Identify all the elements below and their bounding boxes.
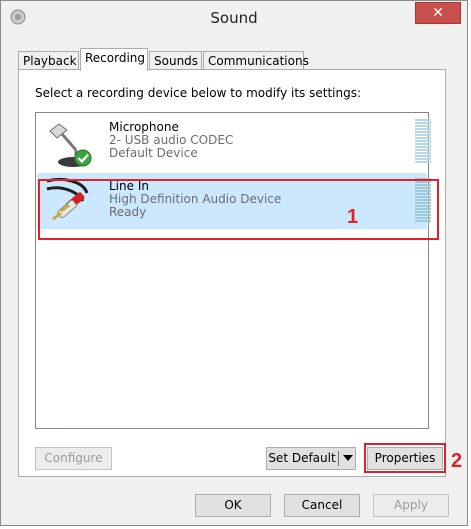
level-meter bbox=[415, 119, 431, 165]
device-name: Microphone bbox=[109, 120, 179, 134]
set-default-label: Set Default bbox=[268, 451, 336, 465]
device-description: High Definition Audio Device bbox=[109, 192, 282, 206]
properties-button[interactable]: Properties bbox=[367, 447, 443, 470]
device-item-microphone[interactable]: Microphone 2- USB audio CODEC Default De… bbox=[37, 114, 431, 170]
sound-dialog: Sound ✕ Playback Recording Sounds Commun… bbox=[0, 0, 468, 526]
close-icon: ✕ bbox=[432, 5, 444, 21]
configure-label: Configure bbox=[44, 451, 103, 465]
rca-cable-icon bbox=[46, 178, 89, 221]
device-name: Line In bbox=[109, 179, 149, 193]
device-item-line-in[interactable]: Line In High Definition Audio Device Rea… bbox=[37, 173, 431, 229]
ok-button[interactable]: OK bbox=[195, 494, 271, 517]
title-bar: Sound ✕ bbox=[1, 1, 467, 35]
tab-sounds[interactable]: Sounds bbox=[149, 51, 202, 70]
tab-playback[interactable]: Playback bbox=[18, 51, 79, 70]
ok-label: OK bbox=[224, 498, 242, 512]
microphone-icon bbox=[49, 123, 92, 167]
set-default-button[interactable]: Set Default bbox=[266, 447, 356, 470]
configure-button[interactable]: Configure bbox=[35, 447, 112, 470]
window-title: Sound bbox=[210, 9, 258, 27]
device-status: Ready bbox=[109, 205, 147, 219]
device-description: 2- USB audio CODEC bbox=[109, 133, 234, 147]
annotation-number-1: 1 bbox=[347, 206, 359, 228]
level-meter bbox=[415, 178, 431, 224]
split-separator bbox=[338, 451, 339, 466]
tab-communications[interactable]: Communications bbox=[203, 51, 309, 70]
recording-panel: Select a recording device below to modif… bbox=[18, 69, 446, 477]
apply-button[interactable]: Apply bbox=[373, 494, 449, 517]
device-list[interactable]: Microphone 2- USB audio CODEC Default De… bbox=[35, 112, 431, 429]
apply-label: Apply bbox=[394, 498, 428, 512]
properties-label: Properties bbox=[374, 451, 436, 465]
instruction-text: Select a recording device below to modif… bbox=[35, 86, 362, 100]
cancel-label: Cancel bbox=[301, 498, 343, 512]
cancel-button[interactable]: Cancel bbox=[284, 494, 360, 517]
dropdown-arrow-icon[interactable] bbox=[343, 455, 353, 461]
tab-recording[interactable]: Recording bbox=[80, 48, 148, 71]
annotation-number-2: 2 bbox=[451, 450, 463, 472]
device-status: Default Device bbox=[109, 146, 198, 160]
close-button[interactable]: ✕ bbox=[415, 2, 461, 24]
